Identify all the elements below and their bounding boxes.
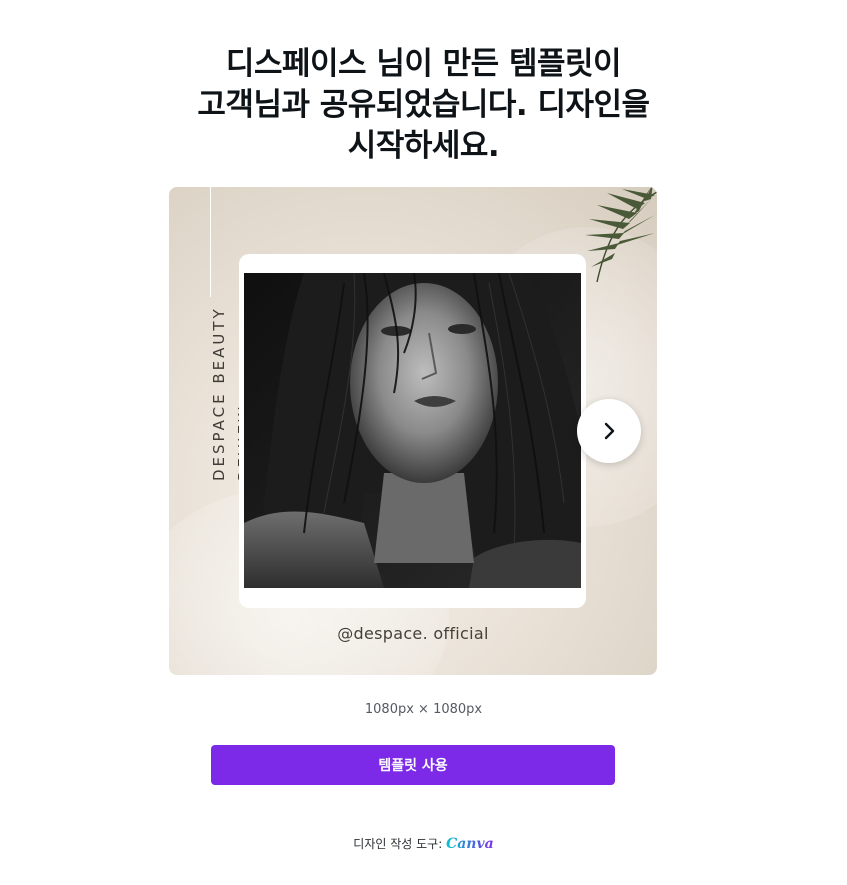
next-slide-button[interactable] <box>577 399 641 463</box>
canva-logo[interactable]: Canva <box>446 836 494 852</box>
portrait-photo <box>244 273 581 588</box>
title-line-3: 시작하세요. <box>347 128 500 164</box>
template-dimensions: 1080px × 1080px <box>364 702 483 717</box>
title-line-1: 디스페이스 님이 만든 템플릿이 <box>225 46 622 82</box>
decorative-line <box>210 187 211 297</box>
page-title: 디스페이스 님이 만든 템플릿이 고객님과 공유되었습니다. 디자인을 시작하세… <box>0 44 847 167</box>
chevron-right-icon <box>604 422 615 440</box>
photo-frame <box>239 254 586 608</box>
footer-prefix: 디자인 작성 도구: <box>353 837 443 851</box>
instagram-handle: @despace. official <box>337 624 489 643</box>
vertical-title-line-1: DESPACE BEAUTY <box>210 306 228 481</box>
footer-credit: 디자인 작성 도구: Canva <box>0 835 847 852</box>
use-template-button[interactable]: 템플릿 사용 <box>211 745 615 785</box>
title-line-2: 고객님과 공유되었습니다. 디자인을 <box>197 87 650 123</box>
